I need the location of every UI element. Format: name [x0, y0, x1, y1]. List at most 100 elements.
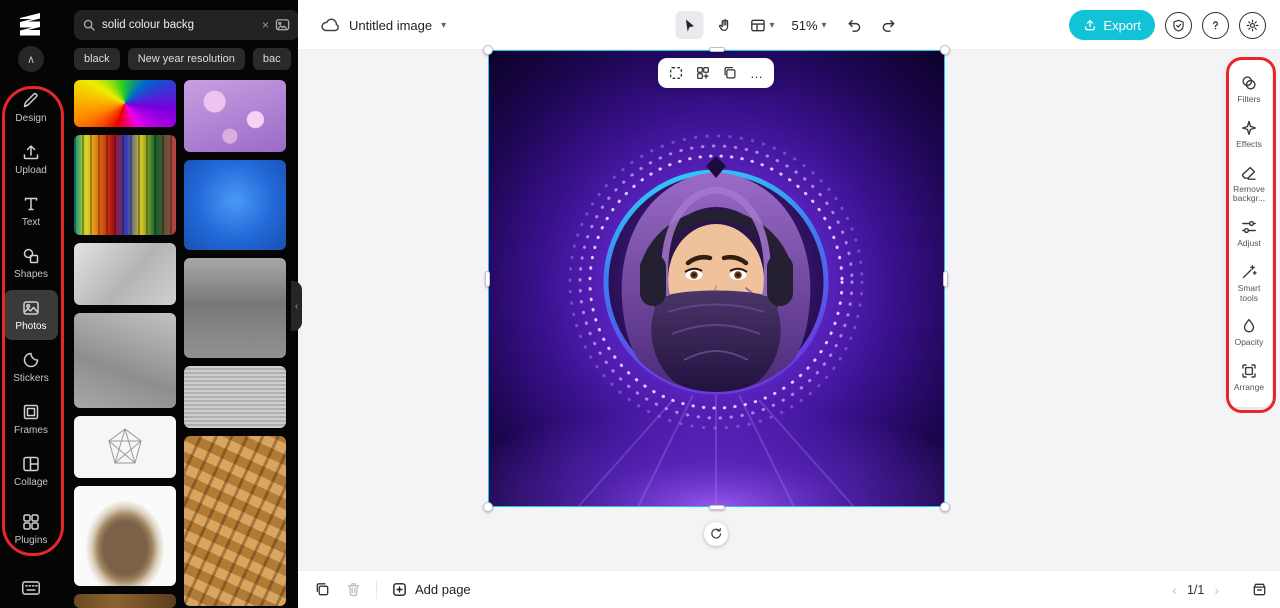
zoom-level: 51%	[791, 17, 818, 33]
export-button[interactable]: Export	[1069, 10, 1155, 40]
selection-handle-top[interactable]	[708, 47, 725, 52]
duplicate-page-button[interactable]	[314, 581, 331, 598]
archive-box-icon[interactable]	[1251, 581, 1268, 598]
undo-button[interactable]	[840, 11, 868, 39]
chevron-down-icon: ▾	[821, 19, 827, 31]
shield-check-icon	[1171, 18, 1186, 33]
photo-thumbnail[interactable]	[184, 366, 286, 428]
rotate-handle[interactable]	[704, 522, 728, 546]
tool-opacity[interactable]: Opacity	[1226, 310, 1272, 355]
artboard[interactable]	[483, 45, 950, 512]
more-options-button[interactable]: …	[744, 61, 769, 86]
photo-thumbnail[interactable]	[184, 80, 286, 152]
tool-remove-background[interactable]: Remove backgr...	[1226, 157, 1272, 212]
ellipsis-icon: …	[750, 65, 763, 81]
sidebar-item-text[interactable]: Text	[4, 186, 58, 236]
bottom-bar: Add page ‹ 1/1 ›	[298, 570, 1280, 608]
photos-icon	[21, 298, 41, 318]
tool-filters[interactable]: Filters	[1226, 67, 1272, 112]
photo-thumbnail[interactable]	[184, 436, 286, 606]
question-icon	[1208, 18, 1223, 33]
selection-handle-top-left[interactable]	[483, 45, 493, 55]
help-button[interactable]	[1202, 11, 1229, 39]
tool-effects[interactable]: Effects	[1226, 112, 1272, 157]
select-tool-button[interactable]	[675, 11, 704, 39]
photo-thumbnail[interactable]	[74, 135, 176, 235]
hand-icon	[716, 17, 732, 33]
photo-thumbnail[interactable]	[74, 80, 176, 127]
photo-results-grid	[62, 80, 298, 608]
photo-thumbnail[interactable]	[74, 313, 176, 408]
avatar-image[interactable]	[488, 50, 945, 507]
sparkle-icon	[1240, 119, 1258, 137]
selection-handle-left[interactable]	[485, 270, 490, 287]
previous-page-button[interactable]: ‹	[1172, 582, 1177, 598]
marquee-select-button[interactable]	[663, 61, 688, 86]
photo-thumbnail[interactable]	[74, 243, 176, 305]
next-page-button[interactable]: ›	[1214, 582, 1219, 598]
zoom-control[interactable]: 51% ▾	[785, 11, 832, 39]
rotate-icon	[709, 527, 723, 541]
add-page-button[interactable]: Add page	[391, 581, 471, 598]
search-input[interactable]	[102, 19, 256, 31]
selection-handle-bottom-right[interactable]	[940, 502, 950, 512]
selection-handle-bottom-left[interactable]	[483, 502, 493, 512]
selection-handle-bottom[interactable]	[708, 505, 725, 510]
duplicate-button[interactable]	[717, 61, 742, 86]
panel-collapse-handle[interactable]: ‹	[291, 281, 302, 331]
tool-smart-tools[interactable]: Smart tools	[1226, 256, 1272, 311]
canvas-area[interactable]: …	[298, 45, 1280, 570]
cloud-save-icon[interactable]	[320, 16, 340, 34]
selection-handle-top-right[interactable]	[940, 45, 950, 55]
selection-handle-right[interactable]	[943, 270, 948, 287]
chip-new-year-resolution[interactable]: New year resolution	[127, 48, 245, 70]
sidebar-item-design[interactable]: Design	[4, 82, 58, 132]
sidebar-item-shapes[interactable]: Shapes	[4, 238, 58, 288]
photo-thumbnail[interactable]	[74, 416, 176, 478]
photo-thumbnail[interactable]	[184, 160, 286, 250]
chevron-down-icon[interactable]: ▾	[441, 20, 446, 31]
stickers-icon	[21, 350, 41, 370]
undo-icon	[845, 17, 862, 34]
text-icon	[21, 194, 41, 214]
sidebar-item-stickers[interactable]: Stickers	[4, 342, 58, 392]
gear-icon	[1245, 18, 1260, 33]
redo-button[interactable]	[875, 11, 903, 39]
plugins-icon	[21, 512, 41, 532]
clear-search-icon[interactable]: ×	[262, 18, 269, 32]
sidebar-item-frames[interactable]: Frames	[4, 394, 58, 444]
image-editor-app: ∧ Design Upload Text Shapes Photos Stick…	[0, 0, 1280, 608]
whats-new-button[interactable]	[1165, 11, 1192, 39]
main-area: Untitled image ▾ ▾ 51% ▾ Export … Filter…	[298, 0, 1280, 608]
hand-tool-button[interactable]	[710, 11, 738, 39]
right-tools-panel: Filters Effects Remove backgr... Adjust …	[1226, 60, 1272, 407]
canvas-size-button[interactable]: ▾	[745, 11, 778, 39]
keyboard-shortcuts-icon[interactable]	[20, 578, 42, 598]
photo-thumbnail[interactable]	[74, 486, 176, 586]
tool-arrange[interactable]: Arrange	[1226, 355, 1272, 400]
layout-button[interactable]	[690, 61, 715, 86]
eraser-icon	[1240, 164, 1258, 182]
collage-icon	[21, 454, 41, 474]
delete-page-button[interactable]	[345, 581, 362, 598]
image-search-icon[interactable]	[275, 18, 291, 32]
search-box: ×	[74, 10, 298, 40]
photo-thumbnail[interactable]	[184, 258, 286, 358]
divider	[376, 580, 377, 599]
top-toolbar: Untitled image ▾ ▾ 51% ▾ Export	[298, 0, 1280, 50]
sidebar-item-collage[interactable]: Collage	[4, 446, 58, 496]
chip-black[interactable]: black	[74, 48, 120, 70]
rail-collapse-button[interactable]: ∧	[18, 46, 44, 72]
sidebar-item-upload[interactable]: Upload	[4, 134, 58, 184]
document-title[interactable]: Untitled image	[349, 18, 432, 33]
sidebar-item-plugins[interactable]: Plugins	[4, 504, 58, 554]
add-page-icon	[391, 581, 408, 598]
chip-background[interactable]: bac	[252, 48, 291, 70]
app-logo-icon[interactable]	[14, 10, 48, 40]
tool-adjust[interactable]: Adjust	[1226, 211, 1272, 256]
chevron-down-icon: ▾	[769, 19, 775, 31]
photo-thumbnail[interactable]	[74, 594, 176, 608]
sidebar-item-photos[interactable]: Photos	[4, 290, 58, 340]
settings-button[interactable]	[1239, 11, 1266, 39]
shapes-icon	[21, 246, 41, 266]
